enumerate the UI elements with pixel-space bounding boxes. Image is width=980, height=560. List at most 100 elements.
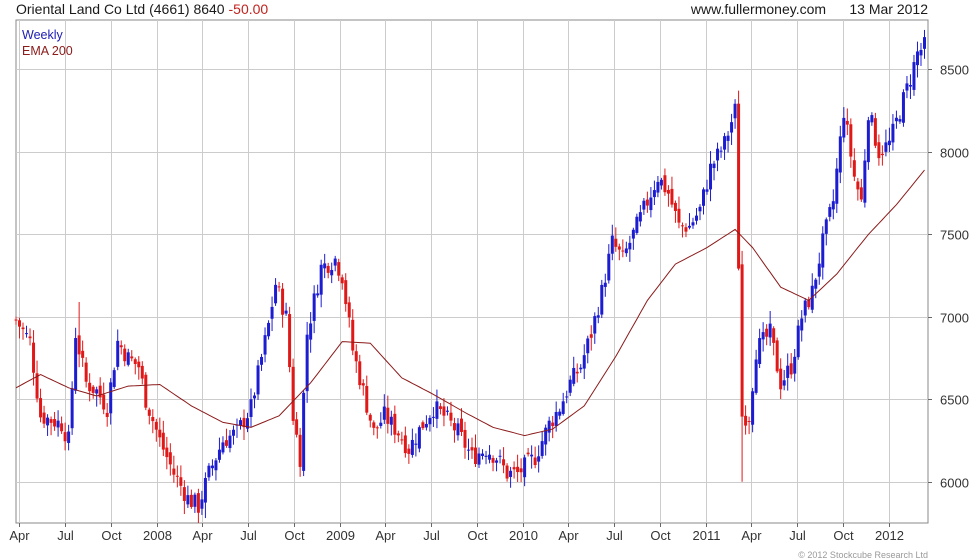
- candle-body: [891, 123, 895, 143]
- candle-body: [600, 284, 604, 315]
- candle-body: [610, 235, 614, 254]
- candle-body: [912, 62, 916, 90]
- candle-body: [852, 160, 856, 177]
- candle-body: [389, 416, 393, 425]
- candle-body: [687, 225, 691, 228]
- candle-body: [172, 468, 176, 475]
- candle-body: [312, 293, 316, 321]
- candle-body: [249, 399, 253, 417]
- candle-body: [295, 419, 299, 435]
- candle-body: [495, 460, 499, 463]
- candle-body: [207, 465, 211, 478]
- candle-body: [109, 382, 113, 414]
- candle-body: [572, 367, 576, 384]
- candle-body: [751, 391, 755, 425]
- candle-body: [561, 401, 565, 414]
- candle-body: [516, 466, 520, 473]
- candle-body: [863, 160, 867, 203]
- candle-body: [656, 181, 660, 193]
- x-tick-label: 2011: [693, 528, 721, 543]
- x-tick-label: 2010: [509, 528, 538, 543]
- candle-body: [589, 334, 593, 338]
- candle-body: [333, 258, 337, 266]
- candle-body: [382, 406, 386, 420]
- candle-body: [908, 85, 912, 87]
- candle-body: [765, 328, 769, 337]
- candle-body: [253, 395, 257, 399]
- candle-body: [340, 277, 344, 284]
- candle-body: [365, 385, 369, 413]
- candle-body: [558, 411, 562, 416]
- candle-body: [375, 427, 379, 429]
- candle-body: [849, 124, 853, 157]
- candle-body: [628, 242, 632, 250]
- candle-body: [323, 263, 327, 269]
- candle-body: [677, 208, 681, 223]
- x-tick-label: Oct: [284, 528, 305, 543]
- candle-body: [263, 335, 267, 355]
- candle-body: [509, 470, 513, 477]
- x-tick-label: Oct: [833, 528, 854, 543]
- candle-body: [123, 348, 127, 362]
- candle-body: [154, 421, 158, 430]
- candle-body: [779, 368, 783, 390]
- candle-body: [575, 371, 579, 374]
- candle-body: [224, 440, 228, 446]
- candle-body: [631, 229, 635, 239]
- x-tick-label: Jul: [423, 528, 440, 543]
- candle-body: [326, 265, 330, 273]
- candle-body: [186, 495, 190, 505]
- candle-body: [88, 382, 92, 392]
- candle-body: [168, 452, 172, 465]
- candle-body: [119, 345, 123, 348]
- candle-body: [796, 325, 800, 358]
- candle-body: [410, 439, 414, 455]
- candle-body: [165, 447, 169, 458]
- candle-body: [463, 429, 467, 448]
- candle-body: [603, 282, 607, 287]
- candle-body: [189, 494, 193, 507]
- candle-body: [551, 422, 555, 427]
- candle-body: [673, 202, 677, 211]
- x-tick-label: Jul: [240, 528, 257, 543]
- candle-body: [782, 380, 786, 386]
- candle-body: [274, 284, 278, 304]
- candle-body: [354, 351, 358, 362]
- candle-body: [691, 222, 695, 226]
- candle-body: [337, 262, 341, 276]
- candle-body: [554, 411, 558, 426]
- candle-body: [228, 435, 232, 449]
- candle-body: [586, 338, 590, 354]
- candle-body: [452, 423, 456, 431]
- candle-body: [372, 422, 376, 428]
- candle-body: [449, 412, 453, 421]
- y-tick-label: 7500: [940, 228, 969, 243]
- candle-body: [512, 467, 516, 470]
- candlestick-chart: 6000 6500 7000 7500 8000 8500 Apr Jul Oct 2008 Apr…: [9, 19, 969, 543]
- candle-body: [105, 412, 109, 417]
- y-tick-label: 8500: [940, 63, 969, 78]
- candle-body: [260, 356, 264, 365]
- candle-body: [161, 432, 165, 450]
- candle-body: [873, 118, 877, 146]
- candle-body: [663, 175, 667, 193]
- candle-body: [42, 412, 46, 424]
- candle-body: [887, 140, 891, 146]
- candle-body: [67, 431, 71, 443]
- candle-body: [400, 439, 404, 441]
- candle-body: [368, 414, 372, 421]
- candle-body: [565, 396, 569, 398]
- candle-body: [347, 302, 351, 318]
- candle-body: [793, 356, 797, 374]
- x-tick-label: Apr: [9, 528, 30, 543]
- candle-body: [417, 427, 421, 449]
- candle-body: [768, 323, 772, 338]
- candle-body: [649, 197, 653, 211]
- candle-body: [870, 115, 874, 123]
- candle-body: [298, 434, 302, 467]
- legend-ema: EMA 200: [22, 44, 73, 58]
- candle-body: [291, 366, 295, 421]
- candle-body: [158, 429, 162, 438]
- candle-body: [845, 120, 849, 125]
- candle-body: [684, 227, 688, 232]
